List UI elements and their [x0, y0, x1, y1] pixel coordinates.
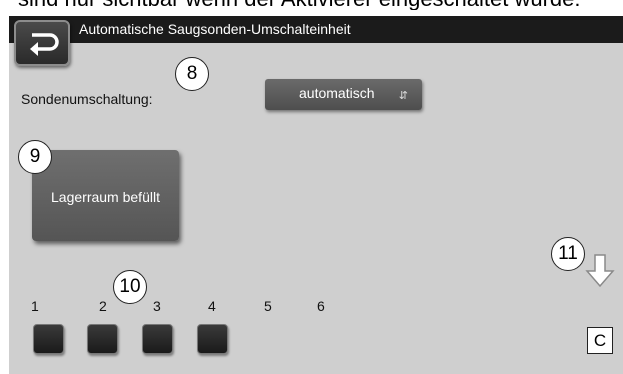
probe-label-3: 3 — [153, 298, 161, 314]
probe-label-1: 1 — [31, 298, 39, 314]
cropped-caption: sind nur sichtbar wenn der Aktivierer ei… — [0, 0, 623, 10]
callout-10: 10 — [113, 270, 147, 304]
probe-label-4: 4 — [208, 298, 216, 314]
store-filled-button[interactable]: Lagerraum befüllt — [32, 150, 179, 241]
probe-switching-value: automatisch — [299, 85, 375, 101]
back-button[interactable] — [14, 20, 70, 66]
probe-label-2: 2 — [99, 298, 107, 314]
callout-9: 9 — [18, 140, 52, 174]
store-filled-label: Lagerraum befüllt — [51, 189, 160, 205]
probe-switching-dropdown[interactable]: automatisch ⇵ — [265, 79, 422, 110]
probe-label-6: 6 — [317, 298, 325, 314]
cropped-caption-text: sind nur sichtbar wenn der Aktivierer ei… — [18, 0, 581, 10]
probe-label-5: 5 — [264, 298, 272, 314]
device-screen: Automatische Saugsonden-Umschalteinheit … — [9, 16, 623, 374]
probe-button-1[interactable] — [33, 324, 64, 354]
callout-11: 11 — [551, 237, 585, 271]
page-title: Automatische Saugsonden-Umschalteinheit — [79, 21, 351, 37]
probe-switching-label: Sondenumschaltung: — [21, 91, 153, 107]
probe-button-4[interactable] — [197, 324, 228, 354]
chevron-updown-icon: ⇵ — [398, 90, 408, 102]
c-button[interactable]: C — [587, 327, 613, 354]
title-bar: Automatische Saugsonden-Umschalteinheit — [9, 16, 623, 43]
arrow-down-icon[interactable] — [585, 253, 615, 289]
callout-8: 8 — [175, 57, 209, 91]
back-arrow-icon — [30, 33, 59, 56]
probe-button-2[interactable] — [87, 324, 118, 354]
probe-button-3[interactable] — [142, 324, 173, 354]
